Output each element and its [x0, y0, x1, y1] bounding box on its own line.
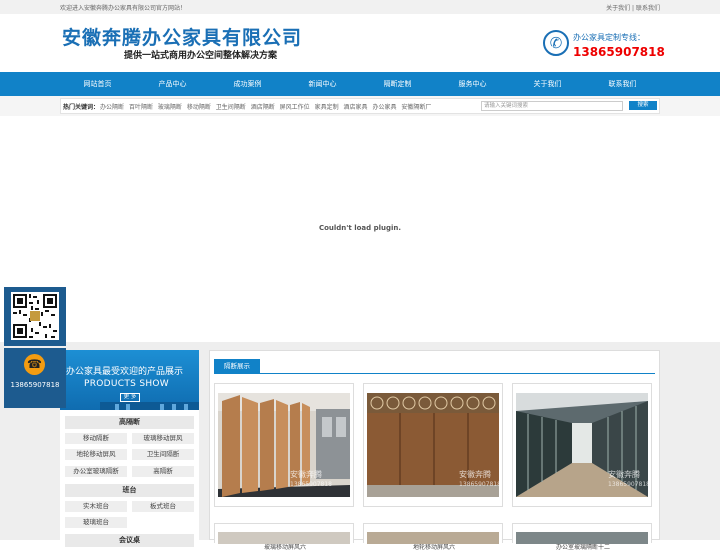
hotword-item[interactable]: 酒店隔断	[251, 104, 275, 111]
product-card[interactable]: 安徽奔腾 13865907818 地轮移动屏风六	[363, 383, 503, 551]
company-slogan: 提供一站式商用办公空间整体解决方案	[124, 51, 278, 61]
product-image[interactable]: 安徽奔腾 13865907818	[218, 393, 350, 497]
product-card[interactable]: 安徽奔腾 13865907818 办公室玻璃隔断十二	[512, 383, 652, 551]
hotword-item[interactable]: 卫生间隔断	[216, 104, 246, 111]
floating-tel-number: 13865907818	[10, 381, 60, 389]
plugin-area: Couldn't load plugin.	[0, 116, 720, 342]
floating-tel-widget[interactable]: ☎ 13865907818	[4, 348, 66, 408]
top-bar: 欢迎进入安徽奔腾办公家具有限公司官方网站！ 关于我们 | 联系我们	[0, 0, 720, 14]
product-image[interactable]: 安徽奔腾 13865907818	[367, 393, 499, 497]
product-card[interactable]	[363, 523, 503, 544]
phone-icon: ✆	[543, 30, 569, 56]
nav-products[interactable]: 产品中心	[135, 72, 210, 96]
site-header: 安徽奔腾办公家具有限公司 提供一站式商用办公空间整体解决方案 ✆ 办公家具定制专…	[0, 14, 720, 72]
hotword-item[interactable]: 办公家具	[372, 104, 396, 111]
nav-cases[interactable]: 成功案例	[210, 72, 285, 96]
search-button[interactable]: 搜索	[629, 101, 657, 110]
plugin-error-message: Couldn't load plugin.	[318, 224, 402, 232]
product-image-partial	[218, 532, 350, 544]
category-heading[interactable]: 高隔断	[65, 416, 194, 429]
company-title[interactable]: 安徽奔腾办公家具有限公司	[62, 23, 302, 50]
category-item[interactable]: 实木班台	[65, 501, 127, 512]
contact-link[interactable]: 联系我们	[636, 5, 660, 12]
nav-about[interactable]: 关于我们	[510, 72, 585, 96]
telephone-icon: ☎	[24, 354, 45, 375]
main-nav: 网站首页 产品中心 成功案例 新闻中心 隔断定制 服务中心 关于我们 联系我们	[0, 72, 720, 96]
product-image-partial	[367, 532, 499, 544]
hotline-number: 13865907818	[573, 45, 665, 59]
more-button[interactable]: 更 多	[120, 393, 140, 402]
product-card[interactable]	[512, 523, 652, 544]
product-card[interactable]: 安徽奔腾 13865907818 玻璃移动屏风六	[214, 383, 354, 551]
watermark-phone: 13865907818	[290, 481, 332, 488]
category-heading[interactable]: 班台	[65, 484, 194, 497]
top-links: 关于我们 | 联系我们	[606, 3, 660, 12]
banner-title-en: PRODUCTS SHOW	[84, 379, 170, 389]
watermark: 安徽奔腾	[459, 470, 491, 479]
category-list: 高隔断 移动隔断 玻璃移动屏风 地轮移动屏风 卫生间隔断 办公室玻璃隔断 高隔断…	[60, 410, 199, 547]
watermark: 安徽奔腾	[290, 470, 322, 479]
category-item[interactable]: 办公室玻璃隔断	[65, 466, 127, 477]
nav-news[interactable]: 新闻中心	[285, 72, 360, 96]
category-item[interactable]: 高隔断	[132, 466, 194, 477]
banner-title-cn: 办公家具最受欢迎的产品展示	[66, 367, 184, 377]
partition-panel: 隔断展示 安徽奔腾 13865907818 玻璃移动屏风六 安徽奔腾 13865…	[209, 350, 660, 551]
nav-service[interactable]: 服务中心	[435, 72, 510, 96]
hotword-box: 热门关键词： 办公隔断 百叶隔断 玻璃隔断 移动隔断 卫生间隔断 酒店隔断 屏风…	[60, 98, 660, 114]
hotword-item[interactable]: 屏风工作位	[280, 104, 310, 111]
nav-home[interactable]: 网站首页	[60, 72, 135, 96]
product-image-partial	[516, 532, 648, 544]
tab-partition-show[interactable]: 隔断展示	[214, 359, 260, 373]
qr-code-graphic	[11, 292, 59, 340]
hotword-item[interactable]: 家具定制	[315, 104, 339, 111]
hotword-list: 办公隔断 百叶隔断 玻璃隔断 移动隔断 卫生间隔断 酒店隔断 屏风工作位 家具定…	[100, 102, 434, 111]
category-item[interactable]: 玻璃班台	[65, 517, 127, 528]
products-show-banner: 办公家具最受欢迎的产品展示 PRODUCTS SHOW 更 多	[60, 350, 199, 410]
welcome-text: 欢迎进入安徽奔腾办公家具有限公司官方网站！	[60, 5, 187, 12]
qr-code	[11, 292, 59, 340]
link-separator: |	[632, 5, 635, 12]
nav-custom[interactable]: 隔断定制	[360, 72, 435, 96]
about-link[interactable]: 关于我们	[606, 5, 630, 12]
hotword-item[interactable]: 百叶隔断	[129, 104, 153, 111]
product-image[interactable]: 安徽奔腾 13865907818	[516, 393, 648, 497]
hotword-item[interactable]: 安徽隔断厂	[401, 104, 431, 111]
search-input[interactable]: 请输入关键词搜索	[481, 101, 623, 111]
hotword-item[interactable]: 酒店家具	[344, 104, 368, 111]
category-item[interactable]: 玻璃移动屏风	[132, 433, 194, 444]
hotword-label: 热门关键词：	[63, 104, 100, 111]
hotword-bar: 热门关键词： 办公隔断 百叶隔断 玻璃隔断 移动隔断 卫生间隔断 酒店隔断 屏风…	[0, 96, 720, 116]
watermark-phone: 13865907818	[608, 481, 648, 488]
category-item[interactable]: 卫生间隔断	[132, 449, 194, 460]
tab-underline	[214, 373, 655, 374]
category-item[interactable]: 地轮移动屏风	[65, 449, 127, 460]
category-item[interactable]: 板式班台	[132, 501, 194, 512]
hotword-item[interactable]: 办公隔断	[100, 104, 124, 111]
watermark: 安徽奔腾	[608, 470, 640, 479]
floating-qr-widget[interactable]	[4, 287, 66, 346]
hotword-item[interactable]: 玻璃隔断	[158, 104, 182, 111]
hotword-item[interactable]: 移动隔断	[187, 104, 211, 111]
category-heading[interactable]: 会议桌	[65, 534, 194, 547]
product-card[interactable]	[214, 523, 354, 544]
category-item[interactable]: 移动隔断	[65, 433, 127, 444]
hotline-label: 办公家具定制专线：	[573, 33, 645, 42]
nav-contact[interactable]: 联系我们	[585, 72, 660, 96]
watermark-phone: 13865907818	[459, 481, 499, 488]
